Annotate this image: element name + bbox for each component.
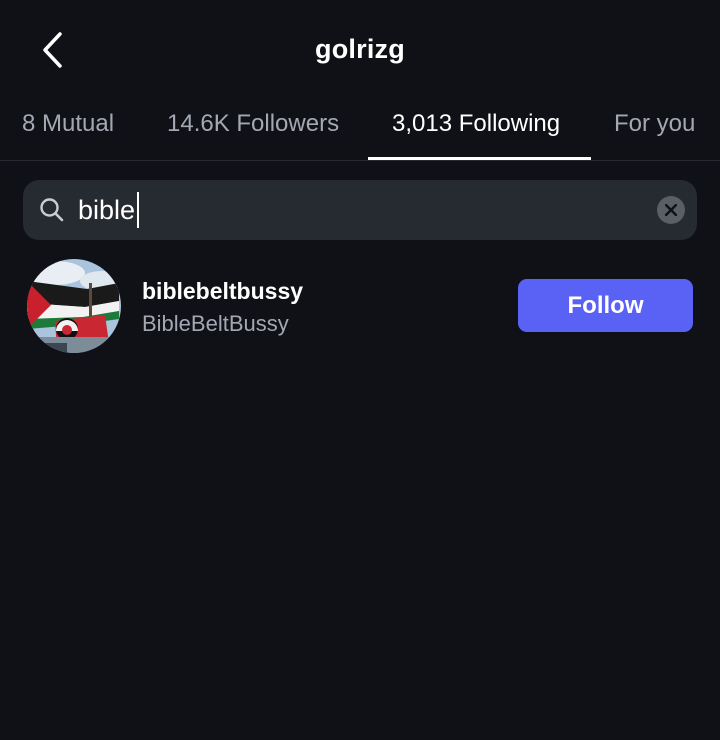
clear-icon xyxy=(665,204,677,216)
header: golrizg xyxy=(0,0,720,100)
tab-followers[interactable]: 14.6K Followers xyxy=(167,110,339,138)
search-input[interactable] xyxy=(78,188,638,232)
tab-following[interactable]: 3,013 Following xyxy=(392,110,560,138)
avatar-image xyxy=(27,259,121,353)
avatar[interactable] xyxy=(27,259,121,353)
search-bar[interactable] xyxy=(23,180,697,240)
list-item[interactable]: biblebeltbussy BibleBeltBussy Follow xyxy=(0,256,720,356)
text-cursor xyxy=(137,192,140,228)
clear-search-button[interactable] xyxy=(657,196,685,224)
divider xyxy=(0,160,720,161)
username: biblebeltbussy xyxy=(142,278,304,304)
follow-button[interactable]: Follow xyxy=(518,279,693,332)
tab-mutual[interactable]: 8 Mutual xyxy=(22,110,114,138)
tab-bar: 8 Mutual 14.6K Followers 3,013 Following… xyxy=(0,100,720,160)
page-title: golrizg xyxy=(315,34,405,64)
search-icon xyxy=(40,198,64,222)
display-name: BibleBeltBussy xyxy=(142,311,289,336)
tab-for-you[interactable]: For you xyxy=(614,110,695,138)
